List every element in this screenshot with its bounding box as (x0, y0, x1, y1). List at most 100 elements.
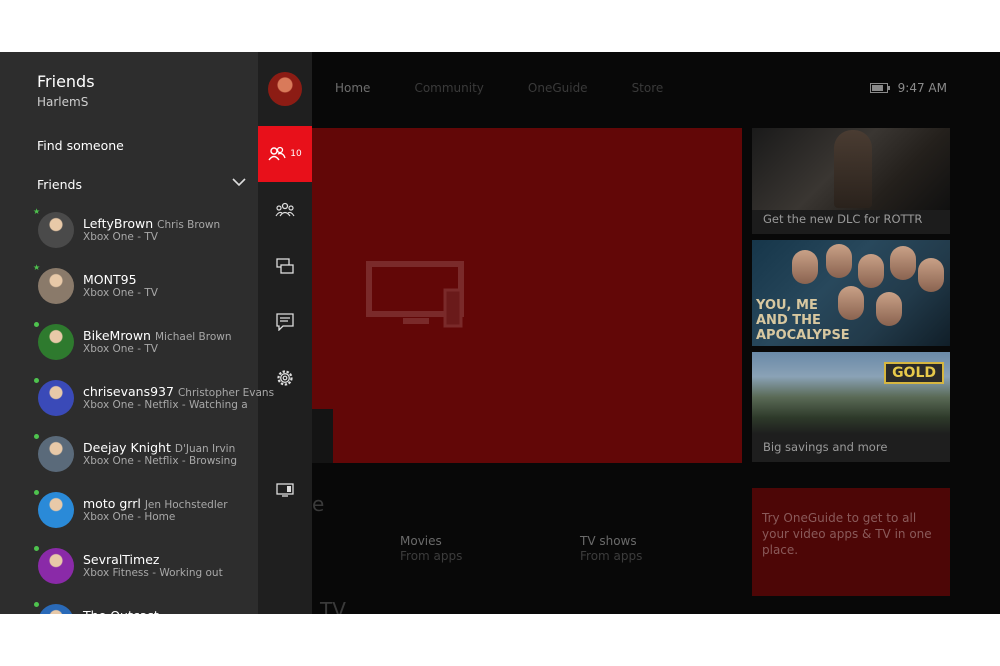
tab-home[interactable]: Home (335, 81, 370, 95)
rail-activity[interactable] (258, 294, 312, 350)
tab-community[interactable]: Community (414, 81, 483, 95)
friend-name-line: BikeMrown Michael Brown (83, 325, 232, 344)
tab-store[interactable]: Store (632, 81, 664, 95)
online-indicator (34, 322, 39, 327)
rail-friends[interactable]: 10 (258, 126, 312, 182)
tvshows-title: TV shows (580, 534, 637, 548)
friend-status: Xbox One - Netflix - Watching a S... (83, 399, 251, 411)
friend-row[interactable]: Deejay Knight D'Juan Irvin Xbox One - Netf… (0, 434, 258, 486)
friend-row[interactable]: BikeMrown Michael Brown Xbox One - TV (0, 322, 258, 374)
friend-real-name: Chris Brown (157, 219, 221, 231)
friend-status: Xbox One - Home (83, 511, 176, 523)
friend-status: Xbox One - TV (83, 287, 158, 299)
friend-name-line: moto grrl Jen Hochstedler (83, 493, 228, 512)
gold-badge: GOLD (884, 362, 944, 384)
dlc-tile[interactable]: Get the new DLC for ROTTR (752, 128, 950, 234)
friend-name-line: The Outcast (83, 605, 163, 614)
friend-gamertag: The Outcast (83, 608, 159, 614)
friend-real-name: Jen Hochstedler (144, 499, 228, 511)
online-indicator (34, 546, 39, 551)
friend-name-line: LeftyBrown Chris Brown (83, 213, 220, 232)
gear-icon (277, 370, 293, 386)
hero-shadow (312, 409, 333, 463)
friend-avatar (38, 212, 74, 248)
friends-panel: Friends HarlemS Find someone Friends ★ Le… (0, 52, 274, 614)
friend-status: Xbox One - Netflix - Browsing (83, 455, 238, 467)
oneguide-tile[interactable]: Try OneGuide to get to all your video ap… (752, 488, 950, 596)
clock-time: 9:47 AM (897, 81, 947, 95)
dlc-art (752, 128, 950, 210)
character-art (834, 130, 872, 208)
friend-status: Xbox Fitness - Working out (83, 567, 223, 579)
rail-messages[interactable] (258, 238, 312, 294)
movies-title: Movies (400, 534, 442, 548)
friend-name-line: SevralTimez (83, 549, 163, 568)
friend-name-line: MONT95 (83, 269, 141, 288)
gold-tile[interactable]: GOLD Big savings and more (752, 352, 950, 462)
movies-subtitle: From apps (400, 549, 463, 563)
friend-row[interactable]: The Outcast (0, 602, 258, 614)
rail-snap[interactable] (258, 462, 312, 518)
friend-real-name: Michael Brown (154, 331, 232, 343)
online-indicator (34, 602, 39, 607)
movie-tile[interactable]: YOU, ME AND THE APOCALYPSE (752, 240, 950, 346)
rail-party[interactable] (258, 182, 312, 238)
tab-oneguide[interactable]: OneGuide (528, 81, 588, 95)
friend-gamertag: chrisevans937 (83, 384, 174, 399)
cast-face (876, 292, 902, 326)
friend-gamertag: moto grrl (83, 496, 141, 511)
friend-avatar (38, 380, 74, 416)
chevron-down-icon[interactable] (232, 178, 246, 187)
favorite-star-icon: ★ (33, 207, 41, 216)
online-indicator (34, 490, 39, 495)
friend-avatar (38, 436, 74, 472)
partial-heading: e (312, 492, 325, 516)
movie-title: YOU, ME AND THE APOCALYPSE (756, 298, 850, 343)
friend-row[interactable]: ★ LeftyBrown Chris Brown Xbox One - TV (0, 207, 258, 262)
tvshows-subtitle: From apps (580, 549, 643, 563)
tvshows-shortcut[interactable]: TV shows From apps (580, 534, 642, 563)
guide-rail: 10 (258, 52, 312, 614)
friend-gamertag: BikeMrown (83, 328, 151, 343)
friend-status: Xbox One - TV (83, 231, 158, 243)
friend-avatar (38, 548, 74, 584)
friend-avatar (38, 268, 74, 304)
tv-icon (366, 261, 464, 328)
friend-avatar (38, 324, 74, 360)
partial-tv-heading: TV (320, 598, 346, 614)
cast-face (918, 258, 944, 292)
cast-face (792, 250, 818, 284)
friend-gamertag: LeftyBrown (83, 216, 154, 231)
favorite-star-icon: ★ (33, 263, 41, 272)
party-icon (275, 202, 295, 217)
dlc-caption: Get the new DLC for ROTTR (763, 212, 923, 226)
online-indicator (34, 434, 39, 439)
find-someone-button[interactable]: Find someone (37, 138, 124, 153)
friend-status: Xbox One - TV (83, 343, 158, 355)
friend-row[interactable]: SevralTimez Xbox Fitness - Working out (0, 546, 258, 598)
friend-real-name: D'Juan Irvin (174, 443, 236, 455)
profile-avatar[interactable] (268, 72, 302, 106)
panel-gamertag: HarlemS (37, 95, 89, 109)
friend-avatar (38, 492, 74, 528)
activity-feed-icon (276, 313, 294, 331)
xbox-dashboard-screen: Home Community OneGuide Store 9:47 AM Ge… (0, 52, 1000, 614)
cast-face (858, 254, 884, 288)
friend-gamertag: MONT95 (83, 272, 137, 287)
battery-icon (869, 83, 890, 93)
friend-row[interactable]: chrisevans937 Christopher Evans Xbox One -… (0, 378, 274, 430)
friend-row[interactable]: moto grrl Jen Hochstedler Xbox One - Home (0, 490, 258, 542)
friend-name-line: Deejay Knight D'Juan Irvin (83, 437, 235, 456)
cast-face (826, 244, 852, 278)
friend-avatar (38, 604, 74, 614)
movies-shortcut[interactable]: Movies From apps (400, 534, 462, 563)
messages-icon (276, 258, 294, 274)
friends-count: 10 (290, 149, 302, 159)
friends-filter-dropdown[interactable]: Friends (37, 177, 82, 192)
cast-face (838, 286, 864, 320)
online-indicator (34, 378, 39, 383)
oneguide-text: Try OneGuide to get to all your video ap… (762, 511, 932, 557)
friend-gamertag: Deejay Knight (83, 440, 171, 455)
friend-row[interactable]: ★ MONT95 Xbox One - TV (0, 263, 258, 318)
friend-real-name: Christopher Evans (177, 387, 275, 399)
